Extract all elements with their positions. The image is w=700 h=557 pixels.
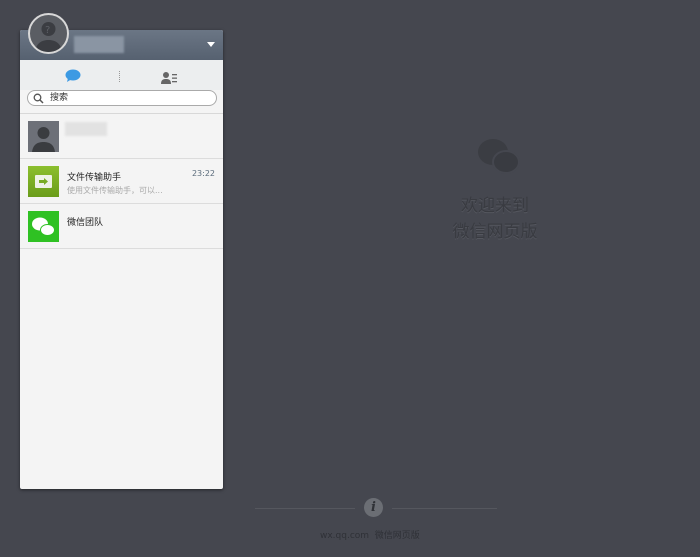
tab-chats[interactable] xyxy=(65,68,81,87)
search-input[interactable]: 搜索 xyxy=(27,90,217,106)
tab-contacts[interactable] xyxy=(161,69,178,88)
wechat-logo-icon xyxy=(28,211,59,242)
chat-item[interactable]: 文件传输助手 使用文件传输助手，可以... 23:22 xyxy=(20,159,223,204)
tab-divider xyxy=(119,71,120,82)
menu-dropdown-icon[interactable] xyxy=(207,42,215,47)
footer-label: 微信网页版 xyxy=(374,531,420,541)
chat-name: 文件传输助手 xyxy=(67,173,122,183)
file-transfer-icon xyxy=(28,166,59,197)
tab-bar xyxy=(20,60,223,90)
footer-text: wx.qq.com 微信网页版 xyxy=(320,528,420,541)
contact-name-blurred xyxy=(65,122,107,136)
footer-divider xyxy=(255,508,355,509)
search-placeholder: 搜索 xyxy=(50,93,69,103)
welcome-line2: 微信网页版 xyxy=(452,222,538,242)
welcome-line1: 欢迎来到 xyxy=(461,196,529,216)
footer-domain: wx.qq.com xyxy=(320,531,370,541)
my-avatar[interactable]: ? xyxy=(28,13,69,54)
info-icon[interactable]: i xyxy=(364,498,383,517)
username-blurred xyxy=(74,36,124,53)
chat-panel: ? 搜索 文件传输助手 使用文件传输助手，可以... 23:22 微信团队 xyxy=(20,13,223,489)
footer-divider xyxy=(392,508,497,509)
wechat-watermark-icon xyxy=(478,139,520,174)
chat-name: 微信团队 xyxy=(67,218,104,228)
contact-avatar xyxy=(28,121,59,152)
svg-text:?: ? xyxy=(45,25,50,36)
chat-list: 文件传输助手 使用文件传输助手，可以... 23:22 微信团队 xyxy=(20,113,223,249)
contacts-icon xyxy=(161,72,177,84)
chat-item[interactable] xyxy=(20,114,223,159)
chat-bubble-icon xyxy=(65,69,81,82)
chat-item[interactable]: 微信团队 xyxy=(20,204,223,249)
chat-time: 23:22 xyxy=(191,169,215,178)
chat-preview: 使用文件传输助手，可以... xyxy=(67,186,163,195)
search-icon xyxy=(33,93,44,104)
